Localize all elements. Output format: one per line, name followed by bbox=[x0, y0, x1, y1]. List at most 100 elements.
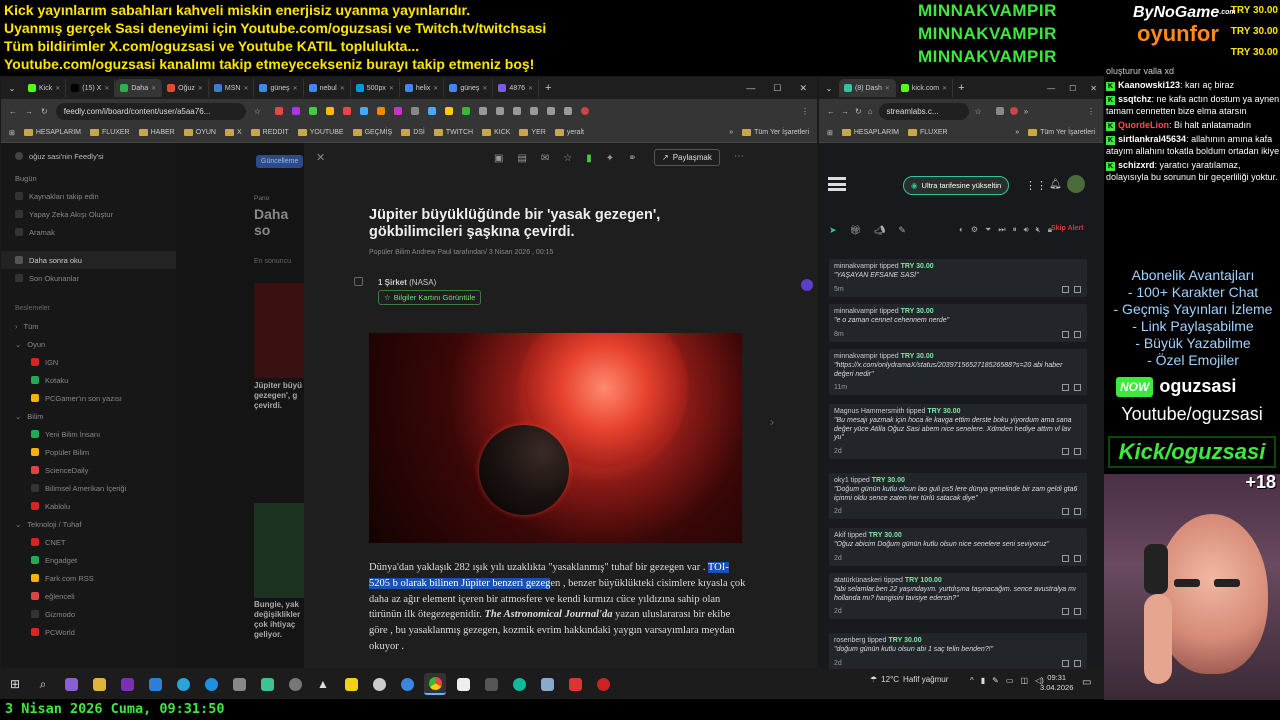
clock[interactable]: 09:31 3.04.2026 bbox=[1040, 673, 1073, 693]
obs-icon[interactable] bbox=[368, 673, 390, 695]
extension-icon[interactable] bbox=[529, 107, 538, 115]
note-icon[interactable]: ▤ bbox=[517, 153, 526, 164]
email-icon[interactable]: ✉ bbox=[541, 153, 549, 164]
more-bookmarks-icon[interactable]: » bbox=[729, 129, 733, 136]
replay-icon[interactable] bbox=[1074, 330, 1081, 338]
bookmark-folder[interactable]: Tüm Yer İşaretleri bbox=[742, 129, 809, 136]
onenote-icon[interactable] bbox=[116, 673, 138, 695]
copy-icon[interactable] bbox=[1062, 447, 1069, 455]
hamburger-menu-icon[interactable] bbox=[828, 177, 846, 191]
replay-icon[interactable] bbox=[1074, 554, 1081, 562]
link-icon[interactable]: ⚭ bbox=[628, 153, 636, 164]
tool-app-icon[interactable] bbox=[480, 673, 502, 695]
tab[interactable]: nebul ✕ bbox=[304, 79, 351, 97]
board-icon[interactable]: ▣ bbox=[494, 153, 503, 164]
sidebar-item-search[interactable]: Aramak bbox=[1, 223, 176, 241]
tab[interactable]: MSN ✕ bbox=[209, 79, 255, 97]
tab[interactable]: Kick ✕ bbox=[23, 79, 67, 97]
user-avatar[interactable] bbox=[1067, 175, 1085, 193]
update-button[interactable]: Güncelleme bbox=[256, 155, 304, 168]
volume-icon[interactable]: 🔊︎ bbox=[1024, 225, 1029, 235]
sidebar-item-recently-read[interactable]: Son Okunanlar bbox=[1, 269, 176, 287]
tab-close-icon[interactable]: ✕ bbox=[340, 85, 345, 92]
upgrade-button[interactable]: ◉ Ultra tarifesine yükseltin bbox=[903, 176, 1010, 195]
view-info-card-button[interactable]: ☆ Bilgiler Kartını Görüntüle bbox=[378, 290, 482, 305]
bookmark-folder[interactable]: Tüm Yer İşaretleri bbox=[1028, 129, 1095, 136]
tab-close-icon[interactable]: ✕ bbox=[243, 85, 248, 92]
tab[interactable]: güneş ✕ bbox=[254, 79, 304, 97]
pause-icon[interactable]: ⏸ bbox=[1013, 225, 1017, 235]
sidebar-feed-item[interactable]: Yeni Bilim İnsanı bbox=[1, 425, 176, 443]
chevron-up-icon[interactable]: ^ bbox=[970, 676, 974, 685]
bookmark-folder[interactable]: YER bbox=[519, 129, 546, 136]
maximize-icon[interactable]: ☐ bbox=[773, 83, 781, 94]
edge-icon[interactable] bbox=[200, 673, 222, 695]
ring-app-icon[interactable] bbox=[508, 673, 530, 695]
bookmark-star-icon[interactable]: ☆ bbox=[975, 107, 982, 116]
replay-icon[interactable] bbox=[1074, 659, 1081, 667]
tab[interactable]: 4876 ✕ bbox=[493, 79, 540, 97]
sidebar-item-all[interactable]: › Tüm bbox=[1, 317, 176, 335]
tab[interactable]: güneş ✕ bbox=[444, 79, 494, 97]
bookmark-folder[interactable]: OYUN bbox=[183, 129, 216, 136]
sidebar-item-today[interactable]: Bugün bbox=[1, 169, 176, 187]
camera-icon[interactable] bbox=[228, 673, 250, 695]
copy-icon[interactable] bbox=[1062, 384, 1069, 391]
maximize-icon[interactable]: ☐ bbox=[1069, 84, 1076, 93]
next-arrow-icon[interactable]: › bbox=[770, 415, 774, 429]
tab-close-icon[interactable]: ✕ bbox=[389, 85, 394, 92]
extension-icon[interactable] bbox=[393, 107, 402, 115]
sidebar-feed-item[interactable]: Bilimsel Amerikan İçeriği bbox=[1, 479, 176, 497]
extension-icon[interactable] bbox=[546, 107, 555, 115]
weather-widget[interactable]: ☂ 12°C Hafif yağmur bbox=[870, 675, 948, 684]
tab-menu-icon[interactable]: ⌄ bbox=[819, 79, 839, 97]
copy-icon[interactable] bbox=[1062, 285, 1069, 293]
filter-icon[interactable]: ⏷ bbox=[985, 225, 991, 235]
bookmark-folder[interactable]: DSİ bbox=[401, 129, 425, 136]
bookmark-folder[interactable]: YOUTUBE bbox=[297, 129, 344, 136]
replay-icon[interactable] bbox=[1074, 384, 1081, 391]
copy-icon[interactable] bbox=[1062, 554, 1069, 562]
forward-icon[interactable]: → bbox=[841, 107, 849, 116]
extension-icon[interactable] bbox=[410, 107, 419, 115]
workspace-switcher[interactable]: oğuz sasi'nin Feedly'si bbox=[1, 143, 176, 169]
triangle-app-icon[interactable]: ▲ bbox=[312, 673, 334, 695]
sidebar-feed-item[interactable]: eğlenceli bbox=[1, 587, 176, 605]
bookmark-folder[interactable]: HESAPLARIM bbox=[841, 129, 899, 136]
replay-icon[interactable] bbox=[1074, 285, 1081, 293]
tab[interactable]: helix ✕ bbox=[400, 79, 445, 97]
new-tab-icon[interactable]: + bbox=[958, 82, 964, 94]
apps-icon[interactable]: ⊞ bbox=[827, 129, 833, 137]
skip-alert-button[interactable]: Skip Alert bbox=[1051, 225, 1083, 232]
tab-close-icon[interactable]: ✕ bbox=[293, 85, 298, 92]
saved-bookmark-icon[interactable]: ▮ bbox=[586, 153, 592, 164]
extension-icon[interactable] bbox=[376, 107, 385, 115]
sidebar-feed-item[interactable]: Popüler Bilim bbox=[1, 443, 176, 461]
red-app-icon[interactable] bbox=[592, 673, 614, 695]
gift-icon[interactable]: 🎁︎ bbox=[850, 225, 861, 236]
pencil-icon[interactable]: ✎ bbox=[898, 225, 906, 236]
bookmark-folder[interactable]: FLUXER bbox=[908, 129, 948, 136]
extension-icon[interactable] bbox=[461, 107, 470, 115]
chrome-icon[interactable] bbox=[424, 673, 446, 695]
home-icon[interactable]: ⌂ bbox=[868, 107, 873, 116]
settings-icon[interactable] bbox=[284, 673, 306, 695]
tab-close-icon[interactable]: ✕ bbox=[104, 85, 109, 92]
extension-icon[interactable] bbox=[291, 107, 300, 115]
apps-grid-icon[interactable]: ⋮⋮ bbox=[1025, 179, 1047, 192]
sidebar-feed-item[interactable]: Fark.com RSS bbox=[1, 569, 176, 587]
browser-app-icon[interactable] bbox=[564, 673, 586, 695]
sidebar-item-ai-feed[interactable]: Yapay Zeka Akışı Oluştur bbox=[1, 205, 176, 223]
sidebar-feed-item[interactable]: PCGamer'ın son yazısı bbox=[1, 389, 176, 407]
extension-icon[interactable] bbox=[478, 107, 487, 115]
skip-icon[interactable]: ⏭ bbox=[998, 225, 1005, 235]
bookmark-folder[interactable]: TWITCH bbox=[433, 129, 473, 136]
bell-icon[interactable]: 🔔︎ bbox=[1049, 179, 1062, 190]
browser-menu-icon[interactable]: ⋮ bbox=[801, 107, 809, 116]
copy-icon[interactable] bbox=[1062, 608, 1069, 615]
file-explorer-icon[interactable] bbox=[88, 673, 110, 695]
close-article-icon[interactable]: ✕ bbox=[316, 151, 325, 164]
start-icon[interactable]: ⊞ bbox=[4, 673, 26, 695]
forward-icon[interactable]: → bbox=[25, 107, 33, 116]
sidebar-feed-item[interactable]: PCWorld bbox=[1, 623, 176, 641]
